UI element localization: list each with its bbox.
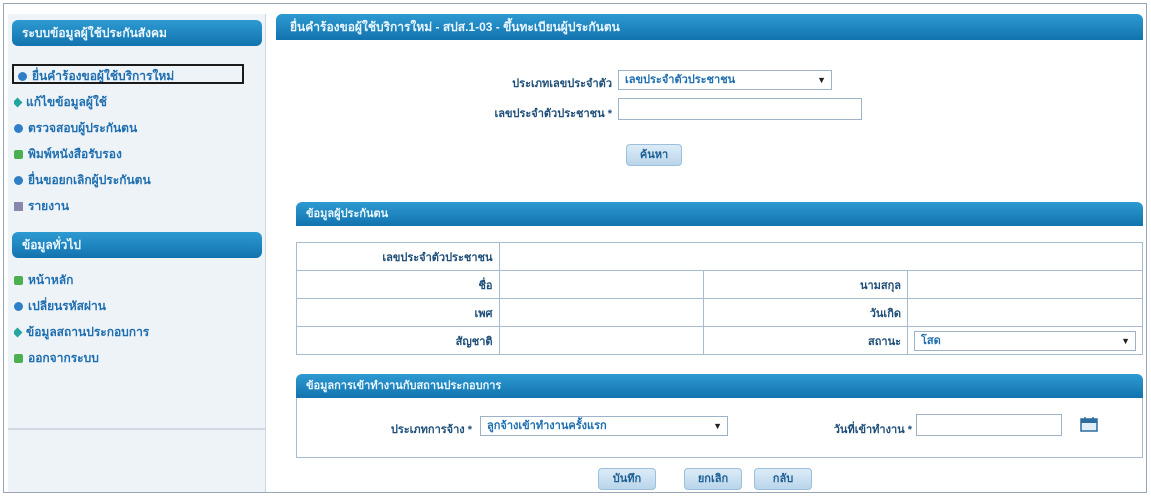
main-content: ยื่นคำร้องขอผู้ใช้บริการใหม่ - สปส.1-03 … (276, 14, 1146, 492)
cancel-button[interactable]: ยกเลิก (684, 468, 742, 490)
id-number-label: เลขประจำตัวประชาชน * (494, 108, 612, 120)
sidebar-item-logout[interactable]: ออกจากระบบ (14, 348, 244, 368)
sidebar-item-check[interactable]: ตรวจสอบผู้ประกันตน (14, 118, 244, 138)
employment-type-value: ลูกจ้างเข้าทำงานครั้งแรก (487, 420, 607, 432)
print-icon (14, 150, 23, 160)
back-button[interactable]: กลับ (754, 468, 812, 490)
status-label: สถานะ (702, 326, 909, 355)
insured-info-table: เลขประจำตัวประชาชน ชื่อ นามสกุล เพศ วันเ… (296, 242, 1144, 355)
sidebar-item-label: ตรวจสอบผู้ประกันตน (28, 121, 138, 135)
search-button[interactable]: ค้นหา (626, 144, 682, 166)
sidebar: ระบบข้อมูลผู้ใช้ประกันสังคม ยื่นคำร้องขอ… (8, 14, 266, 492)
sidebar-item-label: ข้อมูลสถานประกอบการ (26, 325, 150, 339)
gender-label: เพศ (296, 298, 500, 327)
save-button[interactable]: บันทึก (598, 468, 656, 490)
status-value: โสด (921, 334, 941, 347)
sidebar-item-label: รายงาน (28, 199, 70, 213)
table-row: เลขประจำตัวประชาชน (296, 242, 1144, 271)
id-number-input[interactable] (618, 98, 862, 120)
table-row: เพศ วันเกิด (296, 298, 1143, 327)
id-type-select[interactable]: เลขประจำตัวประชาชน ▼ (618, 70, 832, 90)
info-section-title: ข้อมูลผู้ประกันตน (296, 202, 1143, 226)
sidebar-other-title: ข้อมูลทั่วไป (12, 232, 262, 258)
sidebar-item-edit[interactable]: แก้ไขข้อมูลผู้ใช้ (14, 92, 244, 112)
sidebar-item-label: แก้ไขข้อมูลผู้ใช้ (26, 95, 107, 109)
sidebar-item-label: เปลี่ยนรหัสผ่าน (28, 299, 106, 313)
logout-icon (14, 354, 23, 364)
chevron-down-icon: ▼ (713, 421, 722, 431)
sidebar-item-label: พิมพ์หนังสือรับรอง (28, 147, 122, 161)
nationality-value (498, 326, 704, 355)
status-cell: โสด ▼ (907, 326, 1143, 355)
id-type-label: ประเภทเลขประจำตัว (512, 78, 612, 90)
employment-type-label: ประเภทการจ้าง * (390, 424, 472, 436)
check-icon (14, 124, 23, 134)
employment-type-select[interactable]: ลูกจ้างเข้าทำงานครั้งแรก ▼ (480, 416, 728, 436)
first-name-label: ชื่อ (296, 270, 500, 299)
id-type-value: เลขประจำตัวประชาชน (625, 74, 736, 86)
sidebar-item-company[interactable]: ข้อมูลสถานประกอบการ (14, 322, 244, 342)
birthdate-label: วันเกิด (702, 298, 909, 327)
last-name-label: นามสกุล (702, 270, 909, 299)
first-name-value (498, 270, 704, 299)
home-icon (14, 276, 23, 286)
sidebar-item-print[interactable]: พิมพ์หนังสือรับรอง (14, 144, 244, 164)
birthdate-value (907, 298, 1143, 327)
sidebar-divider (8, 428, 266, 430)
sidebar-item-report[interactable]: รายงาน (14, 196, 244, 216)
chevron-down-icon: ▼ (1121, 335, 1130, 346)
sidebar-item-label: หน้าหลัก (28, 273, 74, 287)
sidebar-item-label: ยื่นคำร้องขอผู้ใช้บริการใหม่ (32, 69, 175, 83)
sidebar-menu-title: ระบบข้อมูลผู้ใช้ประกันสังคม (12, 20, 262, 46)
sidebar-item-cancel[interactable]: ยื่นขอยกเลิกผู้ประกันตน (14, 170, 244, 190)
id-card-label: เลขประจำตัวประชาชน (296, 242, 500, 271)
document-icon (18, 72, 27, 82)
edit-icon (14, 97, 23, 108)
id-card-value (498, 242, 1144, 271)
gender-value (498, 298, 704, 327)
start-date-input[interactable] (916, 414, 1062, 436)
report-icon (14, 202, 23, 212)
calendar-icon[interactable] (1080, 416, 1098, 432)
sidebar-item-home[interactable]: หน้าหลัก (14, 270, 244, 290)
key-icon (14, 302, 23, 312)
start-date-label: วันที่เข้าทำงาน * (833, 424, 912, 436)
nationality-label: สัญชาติ (296, 326, 500, 355)
building-icon (14, 327, 23, 338)
table-row: ชื่อ นามสกุล (296, 270, 1143, 299)
sidebar-item-password[interactable]: เปลี่ยนรหัสผ่าน (14, 296, 244, 316)
status-select[interactable]: โสด ▼ (914, 330, 1136, 351)
last-name-value (907, 270, 1143, 299)
page-title: ยื่นคำร้องขอผู้ใช้บริการใหม่ - สปส.1-03 … (276, 14, 1143, 40)
cancel-icon (14, 176, 23, 186)
sidebar-item-label: ออกจากระบบ (28, 351, 99, 365)
sidebar-item-label: ยื่นขอยกเลิกผู้ประกันตน (28, 173, 151, 187)
table-row: สัญชาติ สถานะ โสด ▼ (296, 326, 1143, 355)
chevron-down-icon: ▼ (817, 75, 826, 85)
employment-section-title: ข้อมูลการเข้าทำงานกับสถานประกอบการ (296, 374, 1143, 398)
sidebar-item-new-request[interactable]: ยื่นคำร้องขอผู้ใช้บริการใหม่ (12, 64, 244, 84)
